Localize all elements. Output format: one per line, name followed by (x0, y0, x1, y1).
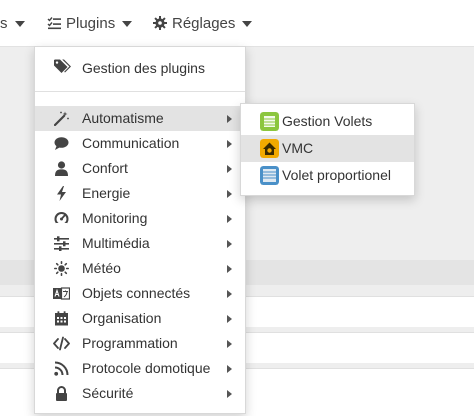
menu-item-organisation[interactable]: Organisation (35, 306, 245, 331)
submenu-item-gestion-volets[interactable]: Gestion Volets (241, 108, 414, 135)
menu-item-securite[interactable]: Sécurité (35, 381, 245, 406)
rss-icon (54, 361, 69, 376)
tags-icon (54, 59, 71, 73)
user-icon (55, 161, 68, 176)
menu-item-energie[interactable]: Energie (35, 181, 245, 206)
menu-item-label: Communication (82, 135, 180, 151)
menu-item-label: Organisation (82, 310, 162, 326)
submenu-item-volet-proportionel[interactable]: Volet proportionel (241, 162, 414, 189)
sun-icon (54, 261, 69, 276)
menu-item-protocole-domotique[interactable]: Protocole domotique (35, 356, 245, 381)
menu-item-label: Energie (82, 185, 131, 201)
nav-menu-plugins[interactable]: Plugins (47, 12, 133, 34)
code-icon (53, 336, 70, 351)
chevron-right-icon (227, 240, 232, 248)
menu-item-label: Automatisme (82, 110, 164, 126)
lock-icon (56, 386, 67, 401)
submenu-item-label: Gestion Volets (282, 113, 373, 129)
menu-item-label: Objets connectés (82, 285, 191, 301)
shutter-plugin-icon (260, 112, 279, 131)
proportional-shutter-plugin-icon (260, 166, 279, 185)
chevron-right-icon (227, 390, 232, 398)
nav-menu-settings[interactable]: Réglages (153, 12, 253, 34)
menu-item-label: Monitoring (82, 210, 148, 226)
tasks-icon (47, 17, 61, 30)
menu-item-label: Protocole domotique (82, 360, 211, 376)
lightning-bolt-icon (57, 186, 66, 201)
menu-item-multimedia[interactable]: Multimédia (35, 231, 245, 256)
menu-item-label: Confort (82, 160, 128, 176)
chevron-right-icon (227, 315, 232, 323)
menu-item-label: Météo (82, 260, 121, 276)
menu-item-monitoring[interactable]: Monitoring (35, 206, 245, 231)
nav-menu-partial[interactable]: s (0, 12, 25, 34)
chevron-right-icon (227, 115, 232, 123)
menu-item-confort[interactable]: Confort (35, 156, 245, 181)
chevron-right-icon (227, 340, 232, 348)
chevron-down-icon (122, 21, 133, 27)
vmc-plugin-icon (260, 139, 279, 158)
dashboard-icon (54, 212, 69, 226)
top-navbar: s Plugins Réglages (0, 0, 474, 47)
menu-item-meteo[interactable]: Météo (35, 256, 245, 281)
chevron-right-icon (227, 290, 232, 298)
automatisme-submenu: Gestion Volets VMC Volet proportionel (240, 103, 415, 196)
menu-item-communication[interactable]: Communication (35, 131, 245, 156)
plugins-dropdown-menu: Gestion des plugins Automatisme Communic… (34, 46, 246, 414)
submenu-item-label: Volet proportionel (282, 167, 391, 183)
gear-icon (153, 16, 167, 30)
speech-bubble-icon (54, 137, 69, 150)
chevron-right-icon (227, 140, 232, 148)
language-icon (53, 287, 70, 300)
nav-plugins-label: Plugins (66, 14, 116, 32)
chevron-down-icon (14, 21, 25, 27)
chevron-down-icon (242, 21, 253, 27)
menu-item-label: Programmation (82, 335, 178, 351)
chevron-right-icon (227, 265, 232, 273)
manage-plugins-label: Gestion des plugins (82, 60, 205, 76)
magic-wand-icon (54, 111, 69, 126)
chevron-right-icon (227, 215, 232, 223)
menu-item-objets-connectes[interactable]: Objets connectés (35, 281, 245, 306)
nav-menu-partial-label: s (0, 14, 8, 32)
menu-item-label: Multimédia (82, 235, 150, 251)
submenu-item-label: VMC (282, 140, 314, 156)
menu-divider (35, 91, 245, 92)
chevron-right-icon (227, 190, 232, 198)
menu-item-programmation[interactable]: Programmation (35, 331, 245, 356)
manage-plugins-item[interactable]: Gestion des plugins (35, 47, 245, 87)
sliders-icon (54, 236, 69, 251)
chevron-right-icon (227, 165, 232, 173)
menu-item-automatisme[interactable]: Automatisme (35, 106, 245, 131)
submenu-item-vmc[interactable]: VMC (241, 135, 414, 162)
chevron-right-icon (227, 365, 232, 373)
calendar-icon (55, 311, 68, 326)
nav-settings-label: Réglages (172, 14, 236, 32)
menu-item-label: Sécurité (82, 385, 134, 401)
